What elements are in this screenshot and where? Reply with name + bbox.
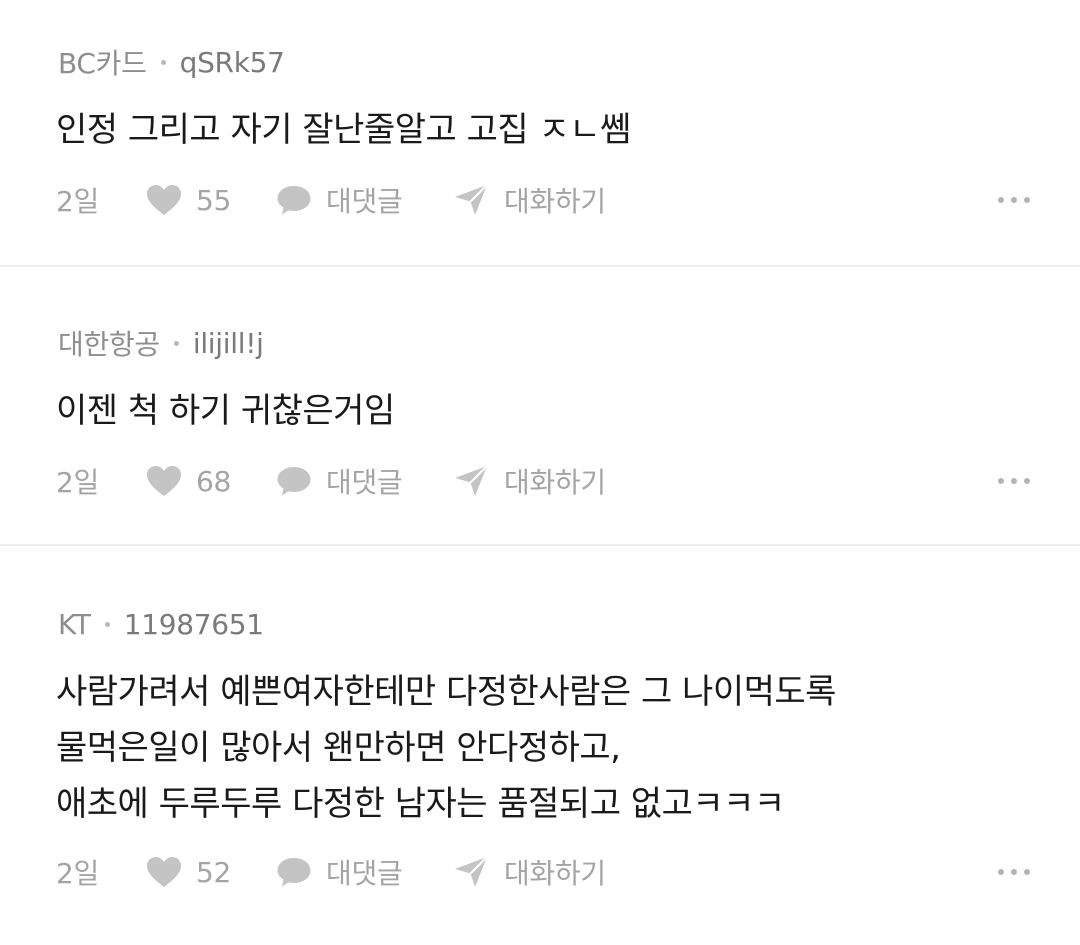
reply-button[interactable]: 대댓글 — [276, 461, 454, 501]
reply-label: 대댓글 — [326, 185, 403, 218]
more-dots-icon — [998, 478, 1004, 484]
heart-icon — [147, 185, 181, 215]
reply-button[interactable]: 대댓글 — [276, 852, 454, 892]
comment-item: KT 11987651 사람가려서 예쁜여자한테만 다정한사람은 그 나이먹도록… — [0, 546, 1080, 945]
more-options-button[interactable] — [998, 478, 1030, 484]
author-carrier: BC카드 — [58, 47, 147, 80]
author-carrier: 대한항공 — [58, 328, 160, 361]
comment-action-bar: 2일 52 대댓글 대화하기 — [56, 850, 1052, 894]
comment-author-line: KT 11987651 — [58, 602, 1052, 646]
chat-label: 대화하기 — [504, 857, 606, 890]
author-carrier: KT — [58, 607, 91, 641]
comment-age: 2일 — [56, 857, 99, 890]
comment-age: 2일 — [56, 466, 99, 499]
more-dots-icon — [998, 869, 1004, 875]
author-separator-dot — [160, 59, 166, 65]
chat-label: 대화하기 — [504, 185, 606, 218]
chat-button[interactable]: 대화하기 — [454, 180, 606, 220]
reply-label: 대댓글 — [326, 857, 403, 890]
like-button[interactable]: 68 — [146, 465, 276, 498]
heart-icon — [147, 466, 181, 496]
comment-author-line: 대한항공 ilijill!j — [58, 321, 1052, 365]
comment-action-bar: 2일 68 대댓글 대화하기 — [56, 459, 1052, 503]
speech-bubble-icon — [277, 858, 311, 887]
comment-action-bar: 2일 55 대댓글 대화하기 — [56, 178, 1052, 222]
heart-icon — [147, 857, 181, 887]
paper-plane-icon — [455, 465, 488, 496]
author-separator-dot — [104, 621, 110, 627]
like-count: 55 — [196, 183, 232, 217]
comment-author-line: BC카드 qSRk57 — [58, 40, 1052, 84]
author-nickname[interactable]: 11987651 — [124, 608, 264, 641]
comment-body: 사람가려서 예쁜여자한테만 다정한사람은 그 나이먹도록 물먹은일이 많아서 왠… — [56, 672, 836, 824]
reply-button[interactable]: 대댓글 — [276, 180, 454, 220]
comment-item: 대한항공 ilijill!j 이젠 척 하기 귀찮은거임 2일 68 대댓글 대… — [0, 267, 1080, 546]
like-count: 68 — [196, 464, 232, 498]
comment-body: 이젠 척 하기 귀찮은거임 — [56, 391, 395, 431]
chat-button[interactable]: 대화하기 — [454, 461, 606, 501]
author-separator-dot — [173, 340, 179, 346]
more-options-button[interactable] — [998, 197, 1030, 203]
author-nickname[interactable]: qSRk57 — [180, 46, 285, 79]
chat-label: 대화하기 — [504, 466, 606, 499]
author-nickname[interactable]: ilijill!j — [193, 327, 264, 360]
reply-label: 대댓글 — [326, 466, 403, 499]
comment-age: 2일 — [56, 185, 99, 218]
comment-body: 인정 그리고 자기 잘난줄알고 고집 ㅈㄴ쎔 — [56, 110, 631, 150]
chat-button[interactable]: 대화하기 — [454, 852, 606, 892]
like-button[interactable]: 55 — [146, 184, 276, 217]
like-count: 52 — [196, 855, 232, 889]
comment-item: BC카드 qSRk57 인정 그리고 자기 잘난줄알고 고집 ㅈㄴ쎔 2일 55… — [0, 0, 1080, 267]
speech-bubble-icon — [277, 467, 311, 496]
paper-plane-icon — [455, 184, 488, 215]
like-button[interactable]: 52 — [146, 856, 276, 889]
comment-list: BC카드 qSRk57 인정 그리고 자기 잘난줄알고 고집 ㅈㄴ쎔 2일 55… — [0, 0, 1080, 945]
speech-bubble-icon — [277, 186, 311, 215]
more-options-button[interactable] — [998, 869, 1030, 875]
more-dots-icon — [998, 197, 1004, 203]
paper-plane-icon — [455, 856, 488, 887]
